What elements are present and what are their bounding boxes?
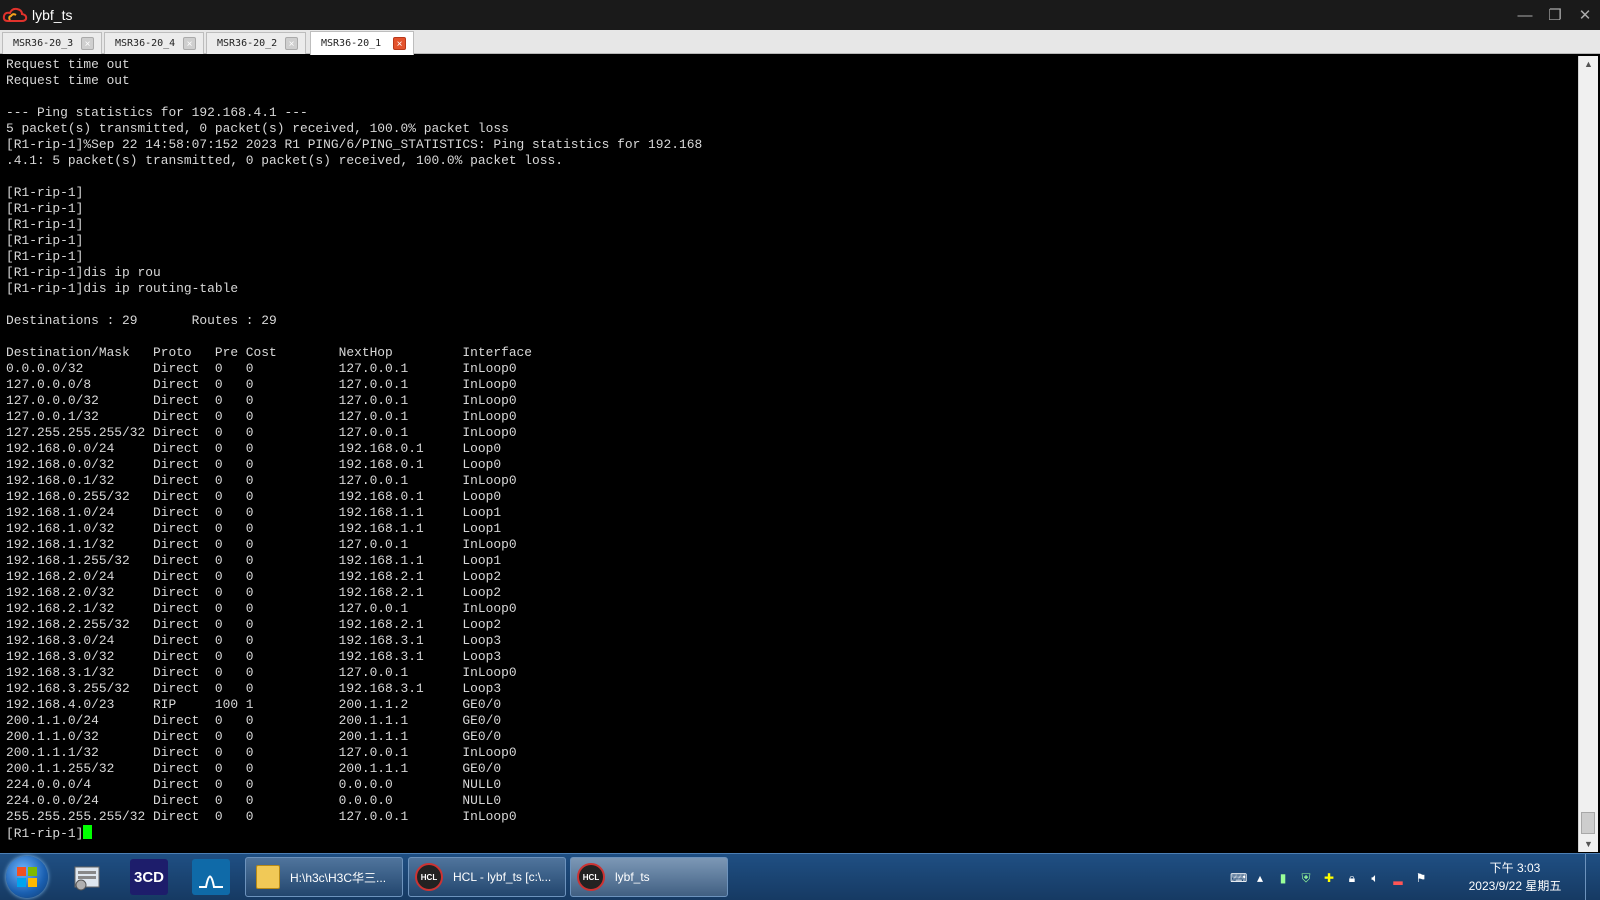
close-button[interactable]: ✕ <box>1570 0 1600 30</box>
tab-msr36-20-3[interactable]: MSR36-20_3 × <box>2 32 102 54</box>
scroll-thumb[interactable] <box>1581 812 1595 834</box>
3cd-icon[interactable]: 3CD <box>130 859 168 895</box>
restore-button[interactable]: ❐ <box>1540 0 1570 30</box>
terminal-cursor <box>83 825 93 839</box>
taskbar-folder-window[interactable]: H:\h3c\H3C华三... <box>245 857 403 897</box>
tab-msr36-20-1[interactable]: MSR36-20_1 × <box>310 31 414 55</box>
folder-icon <box>256 865 280 889</box>
taskbar-button-label: HCL - lybf_ts [c:\... <box>453 870 552 884</box>
volume-icon[interactable]: 🔈︎ <box>1368 871 1382 885</box>
scroll-up-icon[interactable]: ▲ <box>1579 56 1598 72</box>
tab-close-icon[interactable]: × <box>285 37 298 50</box>
hcl-icon: HCL <box>577 863 605 891</box>
system-tray: ⌨ ▴ ▮ ⛨ ✚ 🔒︎ 🔈︎ ▂ ⚑ <box>1230 854 1428 900</box>
tab-label: MSR36-20_4 <box>115 38 176 49</box>
tab-close-icon[interactable]: × <box>183 37 196 50</box>
show-desktop-button[interactable] <box>1585 854 1600 900</box>
start-button[interactable] <box>6 856 48 898</box>
system-clock[interactable]: 下午 3:03 2023/9/22 星期五 <box>1460 859 1570 895</box>
tab-label: MSR36-20_1 <box>321 38 382 49</box>
explorer-icon[interactable] <box>68 859 106 895</box>
windows-taskbar: 3CD H:\h3c\H3C华三... HCL HCL - lybf_ts [c… <box>0 853 1600 900</box>
tab-msr36-20-4[interactable]: MSR36-20_4 × <box>104 32 204 54</box>
scroll-down-icon[interactable]: ▼ <box>1579 836 1598 852</box>
terminal-output: Request time out Request time out --- Pi… <box>6 57 703 824</box>
taskbar-button-label: lybf_ts <box>615 870 650 884</box>
terminal-prompt: [R1-rip-1] <box>6 826 84 841</box>
taskbar-button-label: H:\h3c\H3C华三... <box>290 870 387 885</box>
taskbar-hcl-main-window[interactable]: HCL HCL - lybf_ts [c:\... <box>408 857 566 897</box>
tab-close-icon[interactable]: × <box>81 37 94 50</box>
terminal-scrollbar[interactable]: ▲ ▼ <box>1578 56 1598 852</box>
lock-icon[interactable]: 🔒︎ <box>1345 871 1359 885</box>
network-shield-icon[interactable]: ⛨ <box>1299 871 1313 885</box>
hcl-icon: HCL <box>415 863 443 891</box>
tab-label: MSR36-20_2 <box>217 38 278 49</box>
battery-icon[interactable]: ▮ <box>1276 871 1290 885</box>
tab-msr36-20-2[interactable]: MSR36-20_2 × <box>206 32 306 54</box>
security-icon[interactable]: ✚ <box>1322 871 1336 885</box>
taskbar-lybf-ts-window[interactable]: HCL lybf_ts <box>570 857 728 897</box>
tab-label: MSR36-20_3 <box>13 38 74 49</box>
keyboard-icon[interactable]: ⌨ <box>1230 871 1247 885</box>
window-titlebar: lybf_ts — ❐ ✕ <box>0 0 1600 30</box>
terminal-console[interactable]: Request time out Request time out --- Pi… <box>2 56 1577 852</box>
windows-logo-icon <box>17 867 37 887</box>
tray-expand-icon[interactable]: ▴ <box>1253 871 1267 885</box>
minimize-button[interactable]: — <box>1510 0 1540 30</box>
session-tab-strip: MSR36-20_3 × MSR36-20_4 × MSR36-20_2 × M… <box>0 30 1600 55</box>
tab-close-icon[interactable]: × <box>393 37 406 50</box>
signal-icon[interactable]: ▂ <box>1391 871 1405 885</box>
action-center-icon[interactable]: ⚑ <box>1414 871 1428 885</box>
network-monitor-icon[interactable] <box>192 859 230 895</box>
clock-date: 2023/9/22 星期五 <box>1468 879 1562 893</box>
clock-time: 下午 3:03 <box>1489 861 1541 875</box>
hcl-cloud-logo-icon <box>2 7 28 22</box>
window-title: lybf_ts <box>32 7 73 23</box>
